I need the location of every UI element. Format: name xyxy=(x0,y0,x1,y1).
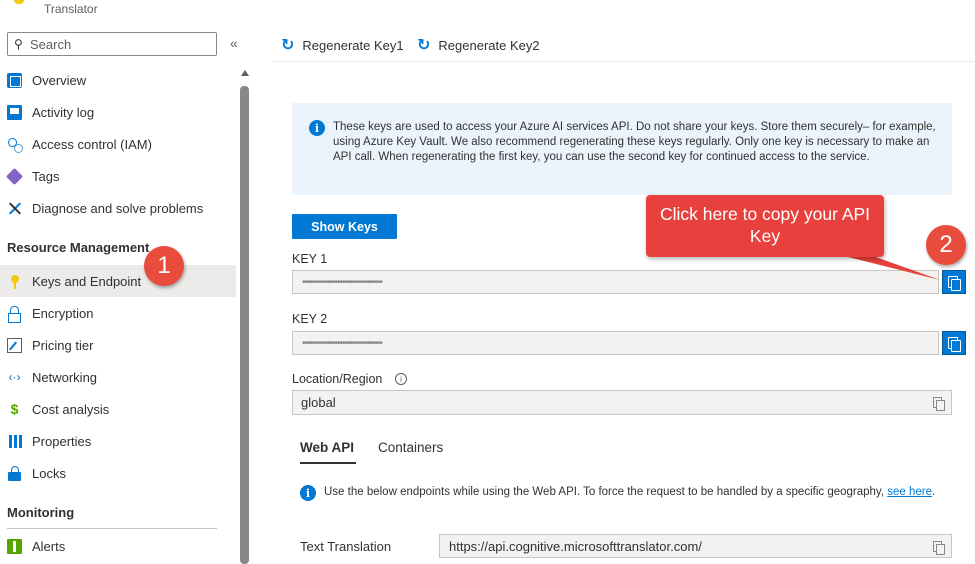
callout-arrow xyxy=(840,255,940,280)
callout-box: Click here to copy your API Key xyxy=(646,195,884,257)
callout-pointer xyxy=(840,255,940,280)
step-2-badge: 2 xyxy=(926,225,966,265)
callout-text: Click here to copy your API Key xyxy=(659,204,871,246)
